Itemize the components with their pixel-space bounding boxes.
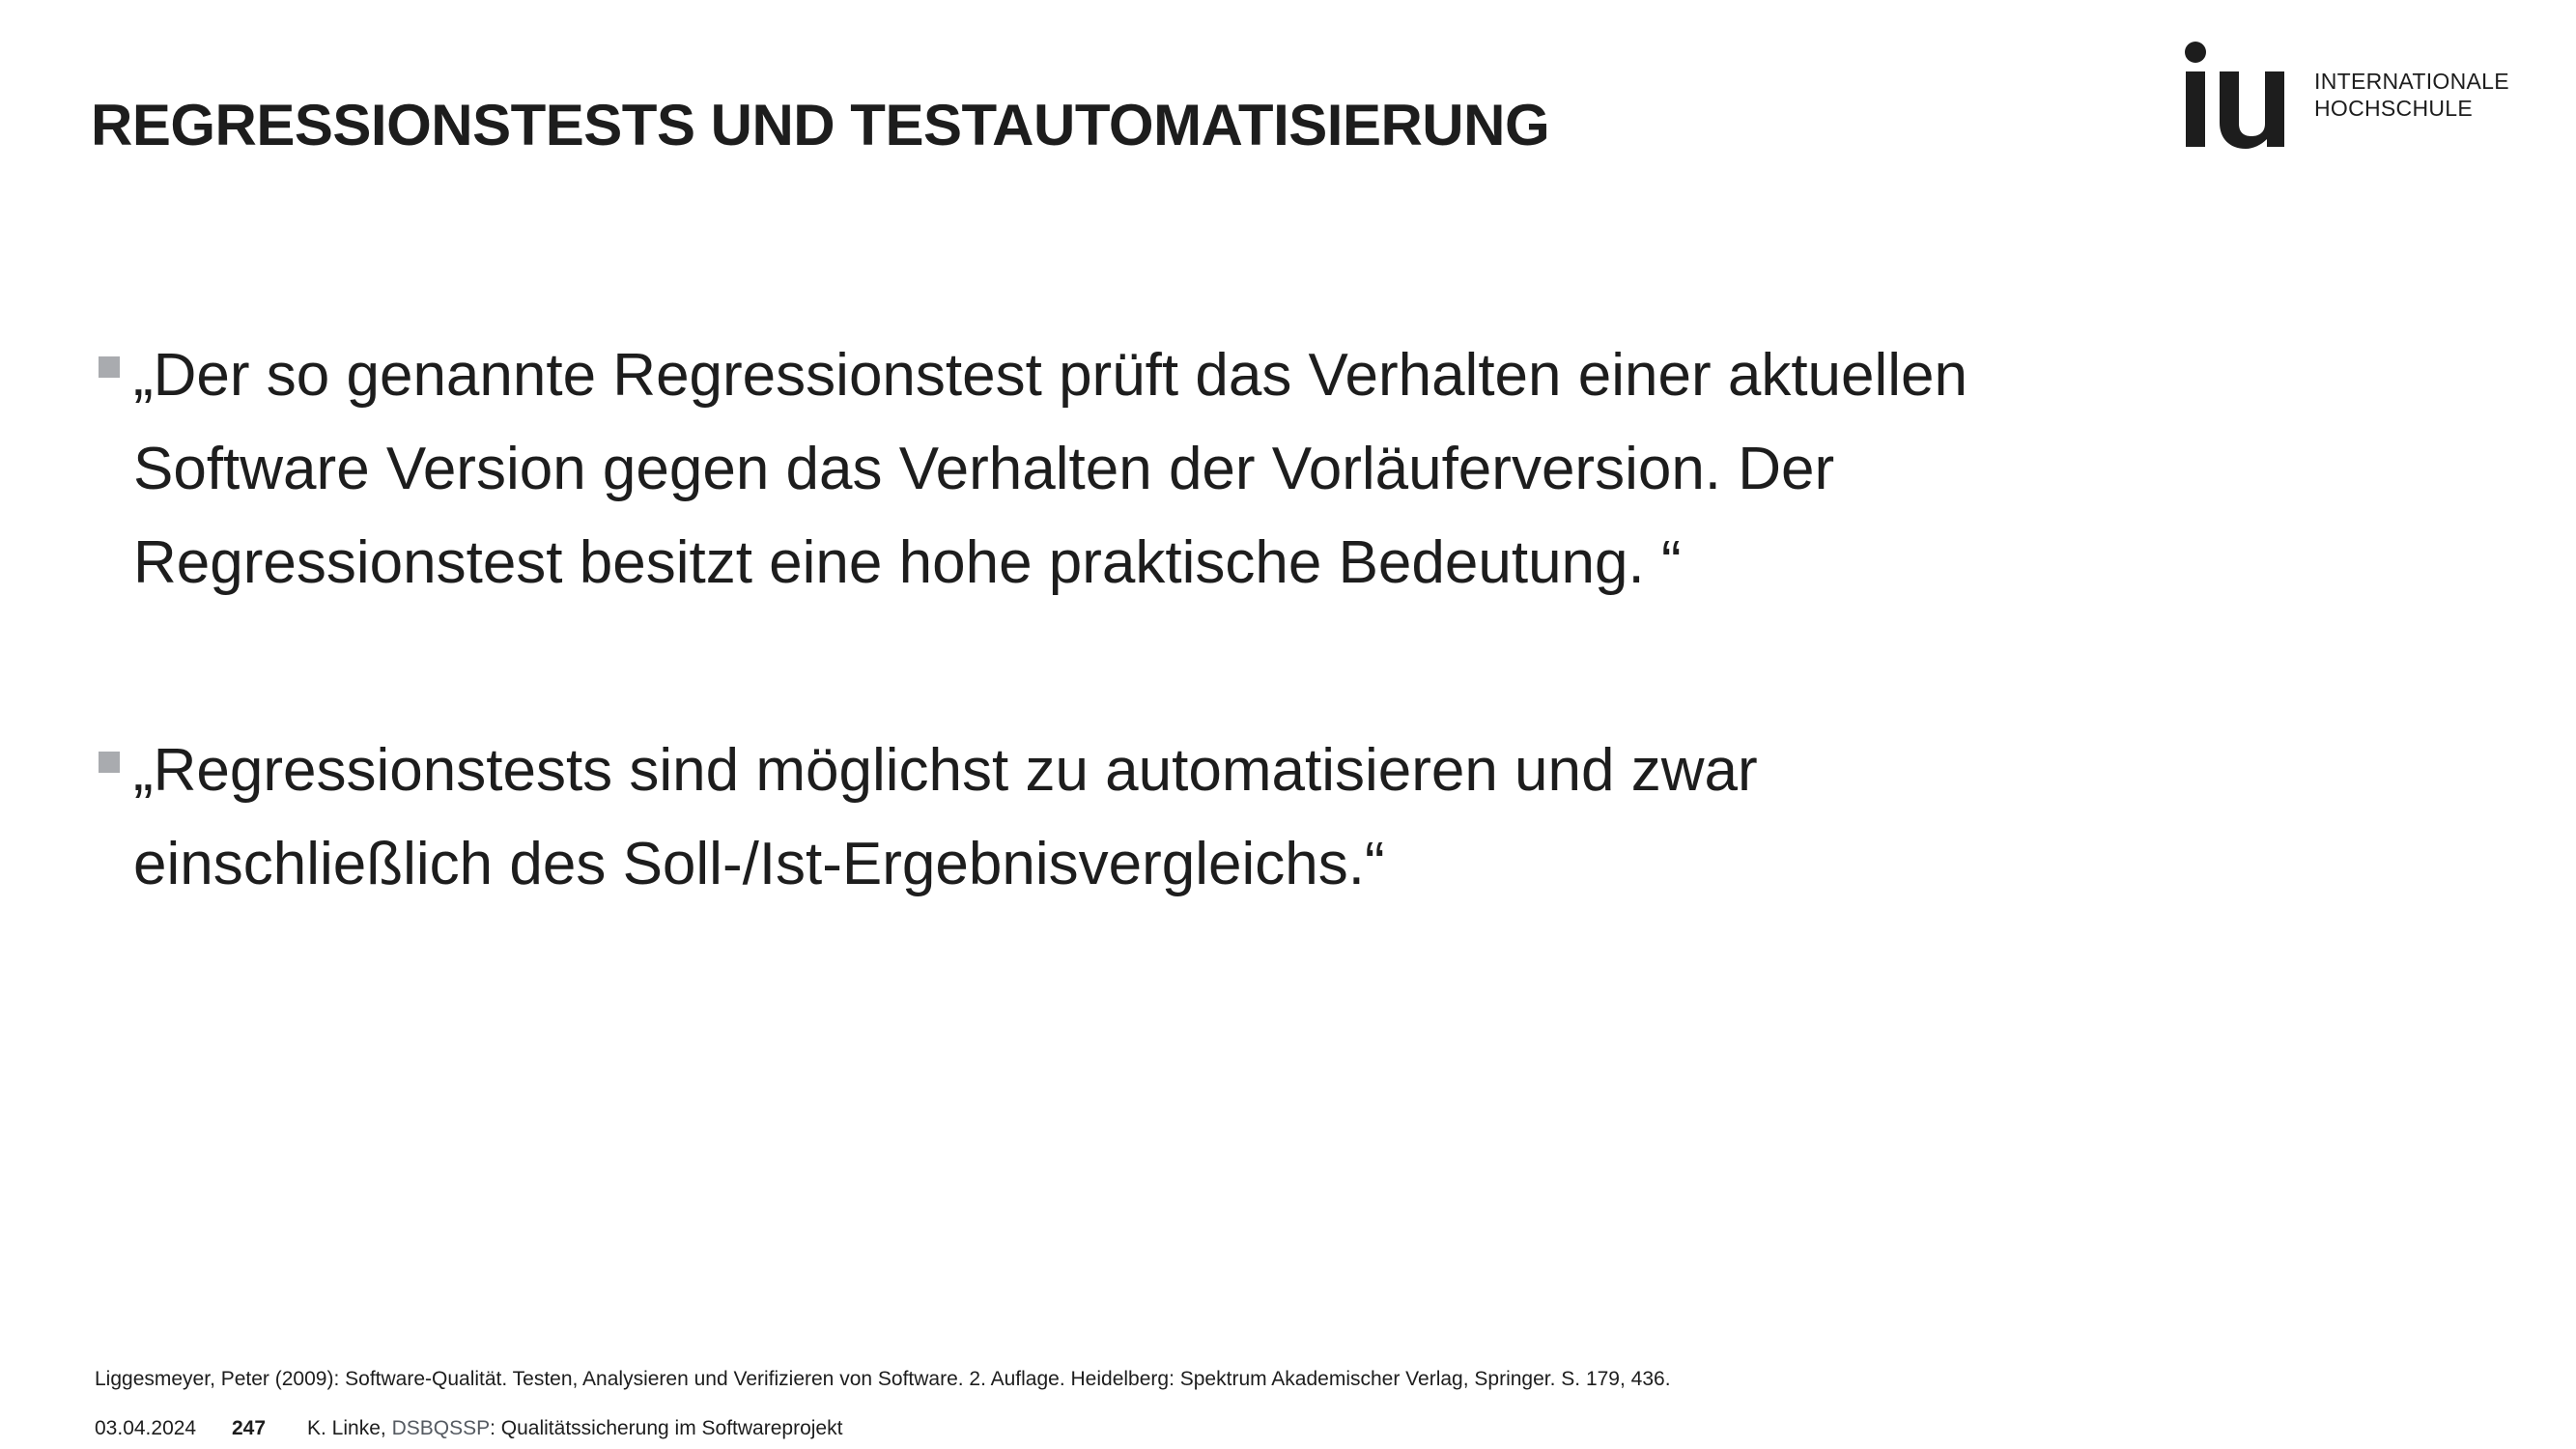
footer-page-number: 247 [232,1417,267,1439]
bullet-item-regressionstest-automation: „Regressionstests sind möglichst zu auto… [97,724,2028,911]
bullet-square-icon [99,356,120,378]
slide-title: REGRESSIONSTESTS UND TESTAUTOMATISIERUNG [91,93,1550,157]
logo-text-line-2: HOCHSCHULE [2314,96,2474,121]
source-footnote: Liggesmeyer, Peter (2009): Software-Qual… [95,1368,1671,1390]
logo-text: INTERNATIONALE HOCHSCHULE [2314,68,2509,122]
bullet-text: „Der so genannte Regressionstest prüft d… [133,342,1968,596]
bullet-text: „Regressionstests sind möglichst zu auto… [133,737,1758,897]
footer-date: 03.04.2024 [95,1417,197,1439]
footer-course-title: : Qualitätssicherung im Softwareprojekt [490,1417,843,1439]
logo-text-line-1: INTERNATIONALE [2314,69,2509,94]
bullet-square-icon [99,752,120,773]
bullet-list: „Der so genannte Regressionstest prüft d… [97,328,2028,911]
footer-course-code: DSBQSSP [391,1417,491,1439]
iu-logo: INTERNATIONALE HOCHSCHULE [2181,35,2509,160]
footer-author: K. Linke, [307,1417,386,1439]
bullet-item-regressionstest-definition: „Der so genannte Regressionstest prüft d… [97,328,2028,610]
iu-logo-mark-icon [2185,42,2284,149]
slide-footer: 03.04.2024 247 K. Linke, DSBQSSP: Qualität… [95,1416,842,1441]
